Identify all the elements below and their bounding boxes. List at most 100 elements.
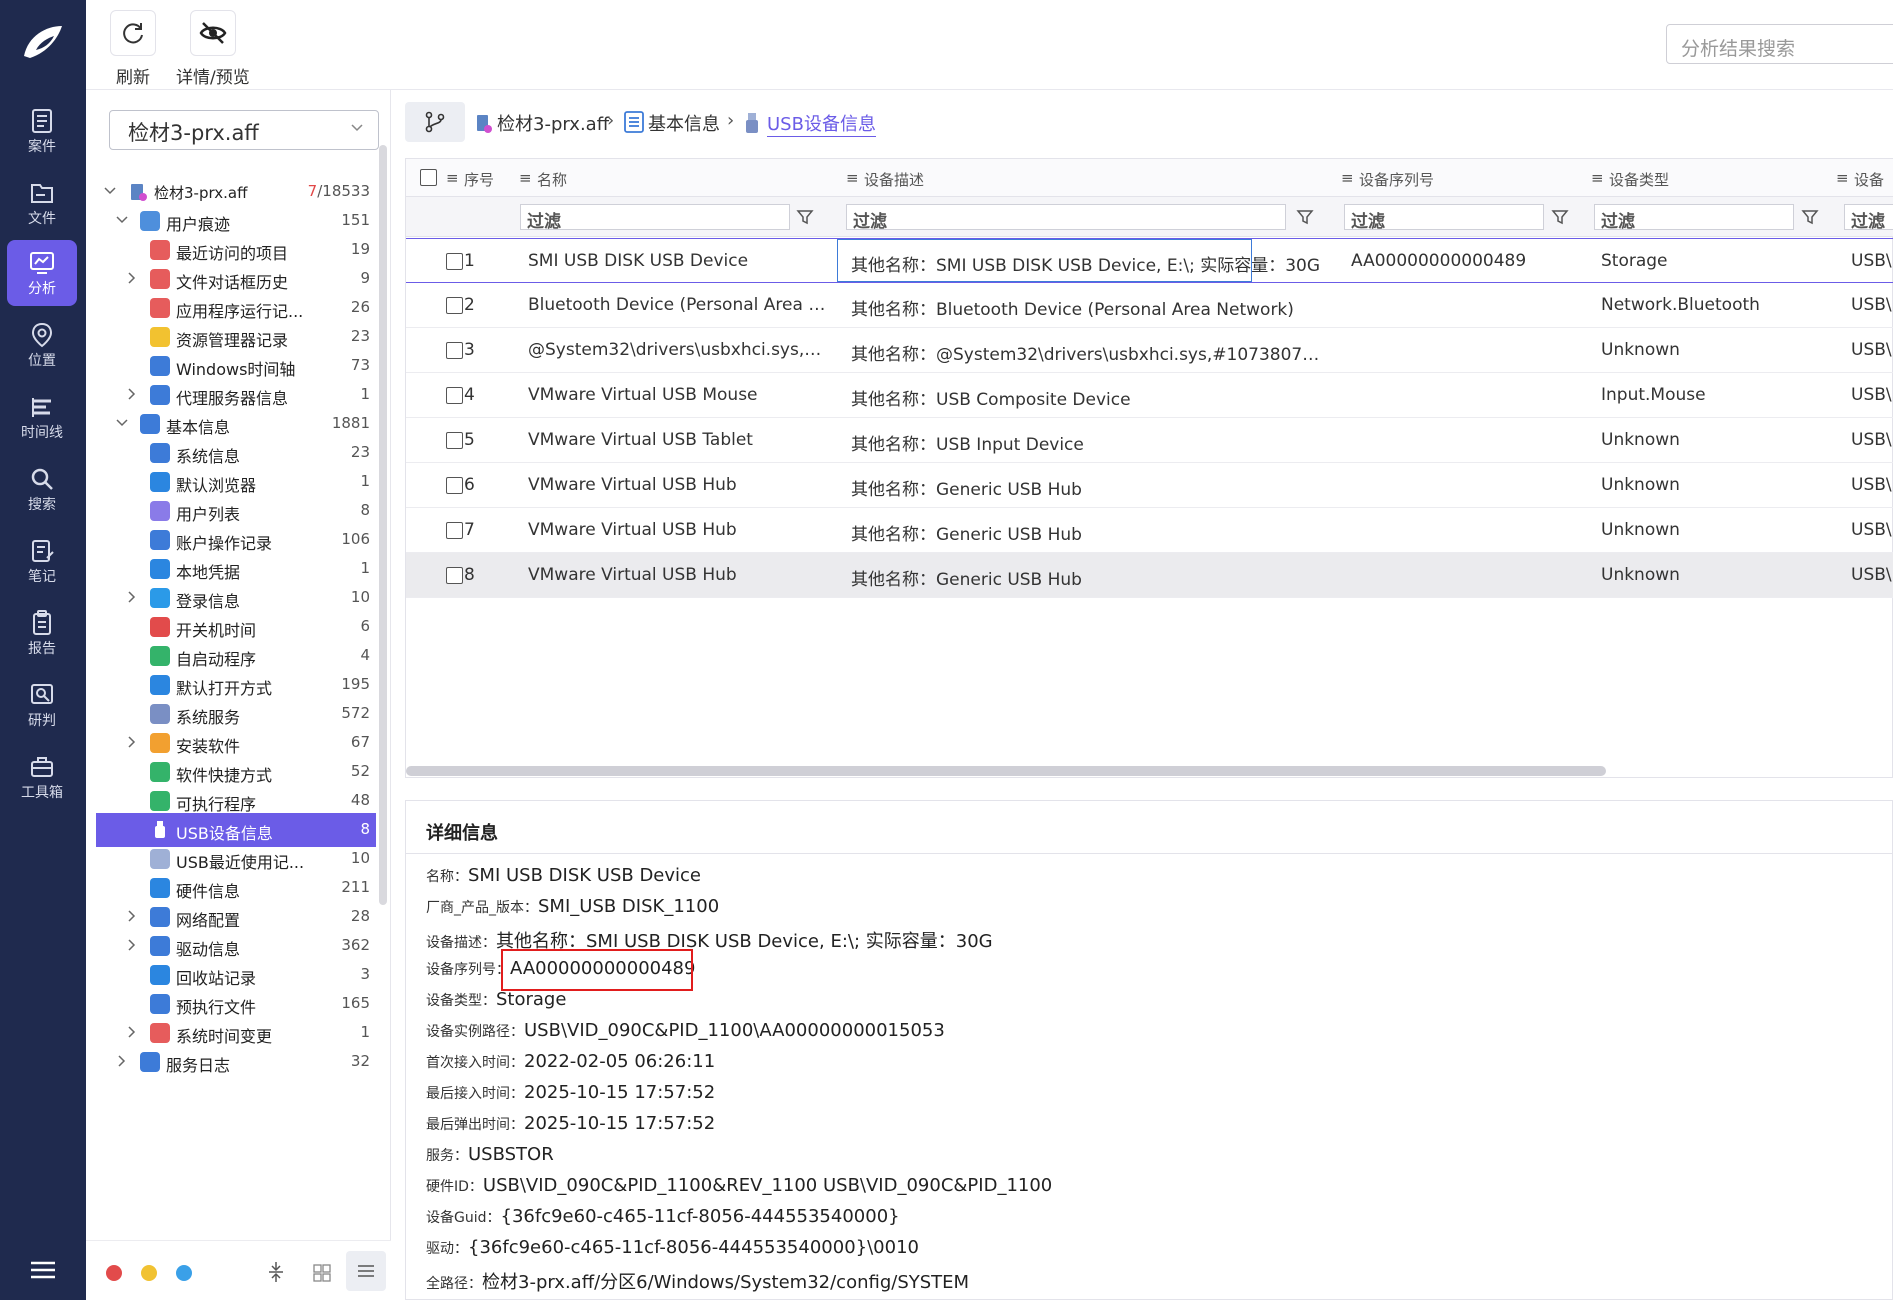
cell-desc[interactable]: 其他名称：Generic USB Hub bbox=[851, 520, 1321, 545]
col-header-desc[interactable]: 设备描述 bbox=[864, 169, 924, 190]
name-filter-input[interactable]: 过滤 bbox=[520, 204, 790, 232]
nav-report[interactable]: 报告 bbox=[7, 600, 77, 666]
chevron-down-icon[interactable] bbox=[104, 185, 116, 197]
table-row[interactable]: 6 VMware Virtual USB Hub 其他名称：Generic USB … bbox=[406, 463, 1893, 508]
col-header-type[interactable]: 设备类型 bbox=[1609, 169, 1669, 190]
grid-view-icon[interactable] bbox=[312, 1263, 332, 1283]
table-row[interactable]: 8 VMware Virtual USB Hub 其他名称：Generic USB … bbox=[406, 553, 1893, 598]
grid-horizontal-scrollbar[interactable] bbox=[406, 766, 1606, 776]
list-view-button[interactable] bbox=[346, 1251, 386, 1291]
cell-extra[interactable]: USB\ bbox=[1851, 385, 1893, 405]
row-checkbox[interactable] bbox=[446, 297, 463, 314]
nav-analysis[interactable]: 分析 bbox=[7, 240, 77, 306]
cell-name[interactable]: VMware Virtual USB Hub bbox=[528, 565, 828, 585]
cell-type[interactable]: Unknown bbox=[1601, 565, 1821, 585]
cell-no[interactable]: 7 bbox=[464, 520, 504, 540]
cell-type[interactable]: Unknown bbox=[1601, 520, 1821, 540]
cell-type[interactable]: Storage bbox=[1601, 251, 1821, 271]
nav-location[interactable]: 位置 bbox=[7, 312, 77, 378]
chevron-right-icon[interactable] bbox=[126, 272, 138, 284]
chevron-right-icon[interactable] bbox=[126, 736, 138, 748]
red-dot-icon[interactable] bbox=[106, 1265, 122, 1281]
desc-filter-input[interactable]: 过滤 bbox=[846, 204, 1286, 232]
extra-filter-input[interactable]: 过滤 bbox=[1844, 204, 1893, 232]
cell-no[interactable]: 8 bbox=[464, 565, 504, 585]
cell-no[interactable]: 2 bbox=[464, 295, 504, 315]
chevron-right-icon[interactable] bbox=[126, 591, 138, 603]
select-all-checkbox[interactable] bbox=[420, 169, 437, 186]
cell-name[interactable]: @System32\drivers\usbxhci.sys,#10... bbox=[528, 340, 828, 360]
cell-extra[interactable]: USB\ bbox=[1851, 430, 1893, 450]
row-checkbox[interactable] bbox=[446, 522, 463, 539]
cell-no[interactable]: 3 bbox=[464, 340, 504, 360]
blue-dot-icon[interactable] bbox=[176, 1265, 192, 1281]
cell-serial[interactable]: AA00000000000489 bbox=[1351, 251, 1571, 271]
cell-extra[interactable]: USB\ bbox=[1851, 520, 1893, 540]
breadcrumb-case[interactable]: 检材3-prx.aff bbox=[497, 110, 609, 136]
cell-desc[interactable]: 其他名称：SMI USB DISK USB Device, E:\; 实际容量：… bbox=[851, 251, 1321, 276]
filter-icon[interactable] bbox=[796, 208, 814, 226]
nav-toolbox[interactable]: 工具箱 bbox=[7, 744, 77, 810]
cell-name[interactable]: VMware Virtual USB Hub bbox=[528, 475, 828, 495]
cell-desc[interactable]: 其他名称：Generic USB Hub bbox=[851, 475, 1321, 500]
cell-type[interactable]: Network.Bluetooth bbox=[1601, 295, 1821, 315]
nav-judge[interactable]: 研判 bbox=[7, 672, 77, 738]
row-checkbox[interactable] bbox=[446, 253, 463, 270]
col-header-name[interactable]: 名称 bbox=[537, 169, 567, 190]
cell-type[interactable]: Unknown bbox=[1601, 475, 1821, 495]
nav-timeline[interactable]: 时间线 bbox=[7, 384, 77, 450]
table-row[interactable]: 7 VMware Virtual USB Hub 其他名称：Generic USB … bbox=[406, 508, 1893, 553]
detail-preview-button[interactable]: 详情/预览 bbox=[176, 10, 250, 88]
menu-icon[interactable] bbox=[28, 1258, 58, 1282]
table-row[interactable]: 2 Bluetooth Device (Personal Area Net... 其… bbox=[406, 283, 1893, 328]
cell-no[interactable]: 1 bbox=[464, 251, 504, 271]
refresh-button[interactable]: 刷新 bbox=[110, 10, 156, 88]
serial-filter-input[interactable]: 过滤 bbox=[1344, 204, 1544, 232]
row-checkbox[interactable] bbox=[446, 567, 463, 584]
table-row[interactable]: 3 @System32\drivers\usbxhci.sys,#10... 其他名… bbox=[406, 328, 1893, 373]
filter-icon[interactable] bbox=[1296, 208, 1314, 226]
yellow-dot-icon[interactable] bbox=[141, 1265, 157, 1281]
cell-desc[interactable]: 其他名称：USB Input Device bbox=[851, 430, 1321, 455]
cell-no[interactable]: 4 bbox=[464, 385, 504, 405]
cell-extra[interactable]: USB\ bbox=[1851, 340, 1893, 360]
cell-name[interactable]: VMware Virtual USB Hub bbox=[528, 520, 828, 540]
col-header-no[interactable]: 序号 bbox=[464, 169, 494, 190]
cell-name[interactable]: SMI USB DISK USB Device bbox=[528, 251, 828, 271]
chevron-down-icon[interactable] bbox=[116, 417, 128, 429]
branch-button[interactable] bbox=[405, 102, 465, 142]
case-select[interactable]: 检材3-prx.aff bbox=[109, 110, 379, 150]
cell-type[interactable]: Unknown bbox=[1601, 340, 1821, 360]
row-checkbox[interactable] bbox=[446, 387, 463, 404]
cell-no[interactable]: 6 bbox=[464, 475, 504, 495]
table-row[interactable]: 5 VMware Virtual USB Tablet 其他名称：USB Input… bbox=[406, 418, 1893, 463]
cell-extra[interactable]: USB\ bbox=[1851, 251, 1893, 271]
collapse-icon[interactable] bbox=[266, 1261, 286, 1283]
cell-type[interactable]: Unknown bbox=[1601, 430, 1821, 450]
cell-name[interactable]: Bluetooth Device (Personal Area Net... bbox=[528, 295, 828, 315]
breadcrumb-usb-info[interactable]: USB设备信息 bbox=[767, 110, 876, 137]
chevron-right-icon[interactable] bbox=[126, 910, 138, 922]
nav-search[interactable]: 搜索 bbox=[7, 456, 77, 522]
cell-desc[interactable]: 其他名称：Generic USB Hub bbox=[851, 565, 1321, 590]
cell-desc[interactable]: 其他名称：USB Composite Device bbox=[851, 385, 1321, 410]
table-row[interactable]: 1 SMI USB DISK USB Device 其他名称：SMI USB DIS… bbox=[406, 238, 1893, 283]
type-filter-input[interactable]: 过滤 bbox=[1594, 204, 1794, 232]
chevron-down-icon[interactable] bbox=[116, 214, 128, 226]
cell-type[interactable]: Input.Mouse bbox=[1601, 385, 1821, 405]
cell-extra[interactable]: USB\ bbox=[1851, 475, 1893, 495]
row-checkbox[interactable] bbox=[446, 477, 463, 494]
row-checkbox[interactable] bbox=[446, 432, 463, 449]
nav-case[interactable]: 案件 bbox=[7, 98, 77, 164]
row-checkbox[interactable] bbox=[446, 342, 463, 359]
cell-name[interactable]: VMware Virtual USB Mouse bbox=[528, 385, 828, 405]
chevron-right-icon[interactable] bbox=[126, 1026, 138, 1038]
breadcrumb-basic-info[interactable]: 基本信息 bbox=[648, 110, 720, 136]
chevron-right-icon[interactable] bbox=[116, 1055, 128, 1067]
chevron-right-icon[interactable] bbox=[126, 388, 138, 400]
cell-extra[interactable]: USB\ bbox=[1851, 295, 1893, 315]
table-row[interactable]: 4 VMware Virtual USB Mouse 其他名称：USB Compos… bbox=[406, 373, 1893, 418]
result-search-input[interactable]: 分析结果搜索 bbox=[1666, 24, 1893, 64]
col-header-extra[interactable]: 设备 bbox=[1854, 169, 1884, 190]
cell-extra[interactable]: USB\ bbox=[1851, 565, 1893, 585]
